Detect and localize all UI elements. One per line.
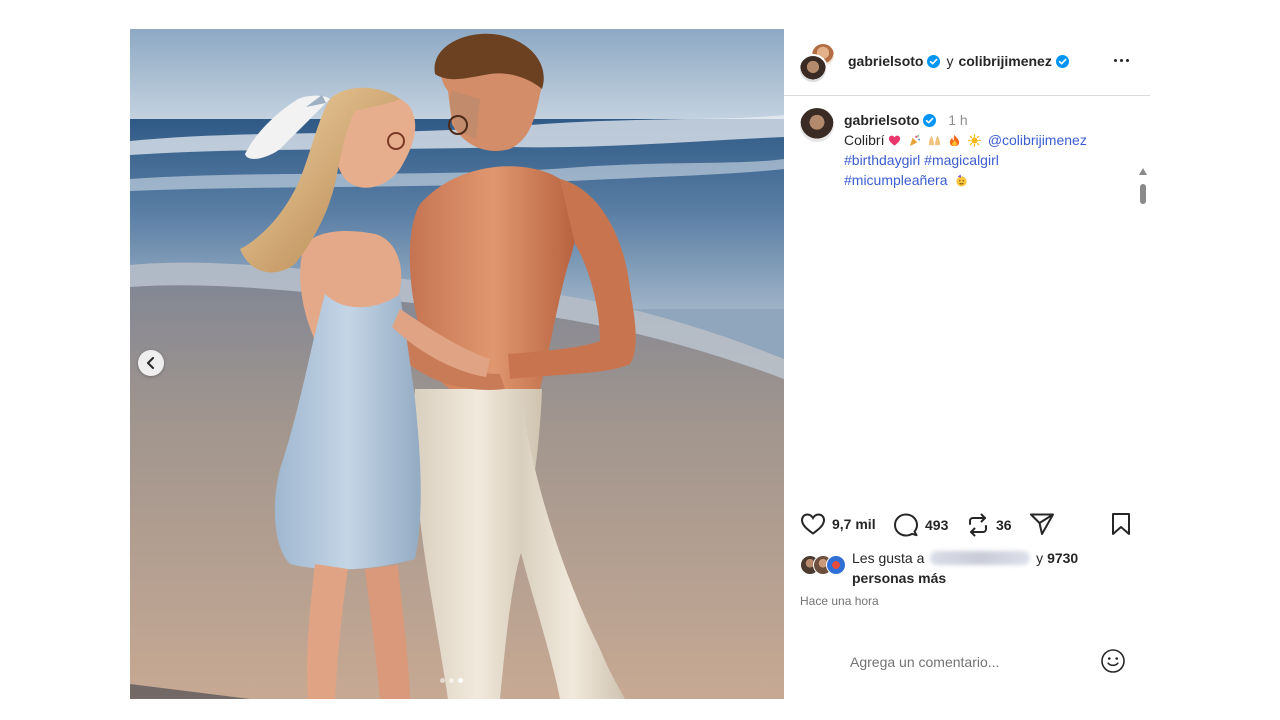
caption-time[interactable]: 1 h — [948, 112, 967, 128]
comment-count[interactable]: 493 — [925, 517, 948, 533]
chevron-left-icon — [147, 357, 154, 369]
post-photo[interactable] — [130, 29, 784, 699]
likes-prefix: Les gusta a — [852, 550, 925, 566]
party-popper-emoji-icon — [910, 135, 921, 147]
heart-outline-icon — [800, 513, 826, 535]
action-bar: 9,7 mil 493 36 — [784, 509, 1150, 541]
beach-couple-photo — [130, 29, 784, 699]
more-dot-icon — [1113, 58, 1117, 62]
post-timestamp[interactable]: Hace una hora — [800, 594, 879, 608]
sun-emoji-icon — [968, 134, 981, 147]
liker-username-blurred[interactable] — [930, 551, 1031, 565]
verified-badge-icon — [923, 114, 937, 127]
caption-area: gabrielsoto 1 h Colibrí @colibrijimenez … — [784, 96, 1150, 204]
heart-emoji-icon — [889, 135, 901, 146]
comment-bubble-icon — [894, 513, 918, 537]
caption-username[interactable]: gabrielsoto — [844, 112, 919, 128]
bookmark-icon — [1112, 513, 1130, 535]
liker-avatar[interactable] — [826, 555, 846, 575]
send-icon — [1030, 513, 1054, 535]
author-avatar[interactable] — [798, 54, 828, 84]
like-button[interactable]: 9,7 mil — [800, 512, 876, 536]
likes-summary: Les gusta a y 9730 personas más — [852, 548, 1132, 588]
fire-emoji-icon — [949, 134, 960, 147]
post-header: gabrielsoto y colibrijimenez — [784, 29, 1150, 96]
likes-others-count[interactable]: 9730 — [1047, 550, 1078, 566]
more-dot-icon — [1125, 58, 1129, 62]
carousel-dots — [440, 678, 463, 683]
caption-scrollbar[interactable] — [1138, 166, 1148, 262]
scroll-thumb[interactable] — [1140, 184, 1146, 204]
carousel-dot — [440, 678, 445, 683]
likes-others-suffix[interactable]: personas más — [852, 570, 946, 586]
scroll-up-arrow-icon[interactable] — [1139, 168, 1147, 175]
hashtag-link[interactable]: #micumpleañera — [844, 172, 948, 188]
liker-avatars[interactable] — [800, 555, 852, 575]
likes-connector: y — [1036, 550, 1044, 566]
carousel-dot — [449, 678, 454, 683]
caption: gabrielsoto 1 h Colibrí @colibrijimenez … — [844, 110, 1134, 190]
repost-icon — [969, 513, 987, 537]
hashtag-link[interactable]: #magicalgirl — [924, 152, 999, 168]
caption-mention-link[interactable]: @colibrijimenez — [988, 132, 1087, 148]
authors-conjunction: y — [946, 53, 954, 69]
repost-button[interactable]: 36 — [966, 512, 1012, 538]
comment-button[interactable]: 493 — [893, 512, 948, 538]
raising-hands-emoji-icon — [929, 135, 941, 146]
carousel-prev-button[interactable] — [138, 350, 164, 376]
more-dot-icon — [1119, 58, 1123, 62]
more-options-button[interactable] — [1110, 51, 1132, 69]
verified-badge-icon — [1055, 54, 1069, 68]
post-details-panel: gabrielsoto y colibrijimenez gabrielsoto — [784, 29, 1150, 699]
caption-text: Colibrí — [844, 132, 885, 148]
emoji-picker-icon[interactable] — [1100, 648, 1126, 674]
post-authors: gabrielsoto y colibrijimenez — [848, 53, 1069, 69]
share-button[interactable] — [1029, 512, 1055, 536]
partying-face-emoji-icon — [956, 174, 967, 187]
carousel-dot-active — [458, 678, 463, 683]
save-button[interactable] — [1110, 512, 1132, 536]
caption-author-avatar[interactable] — [800, 108, 834, 142]
author-username[interactable]: gabrielsoto — [848, 53, 923, 69]
collab-avatars[interactable] — [798, 42, 836, 84]
comment-input[interactable] — [848, 649, 1092, 675]
comment-box — [784, 641, 1150, 681]
repost-count[interactable]: 36 — [996, 517, 1012, 533]
like-count[interactable]: 9,7 mil — [832, 516, 876, 532]
hashtag-link[interactable]: #birthdaygirl — [844, 152, 920, 168]
verified-badge-icon — [927, 54, 941, 68]
collaborator-username[interactable]: colibrijimenez — [958, 53, 1051, 69]
